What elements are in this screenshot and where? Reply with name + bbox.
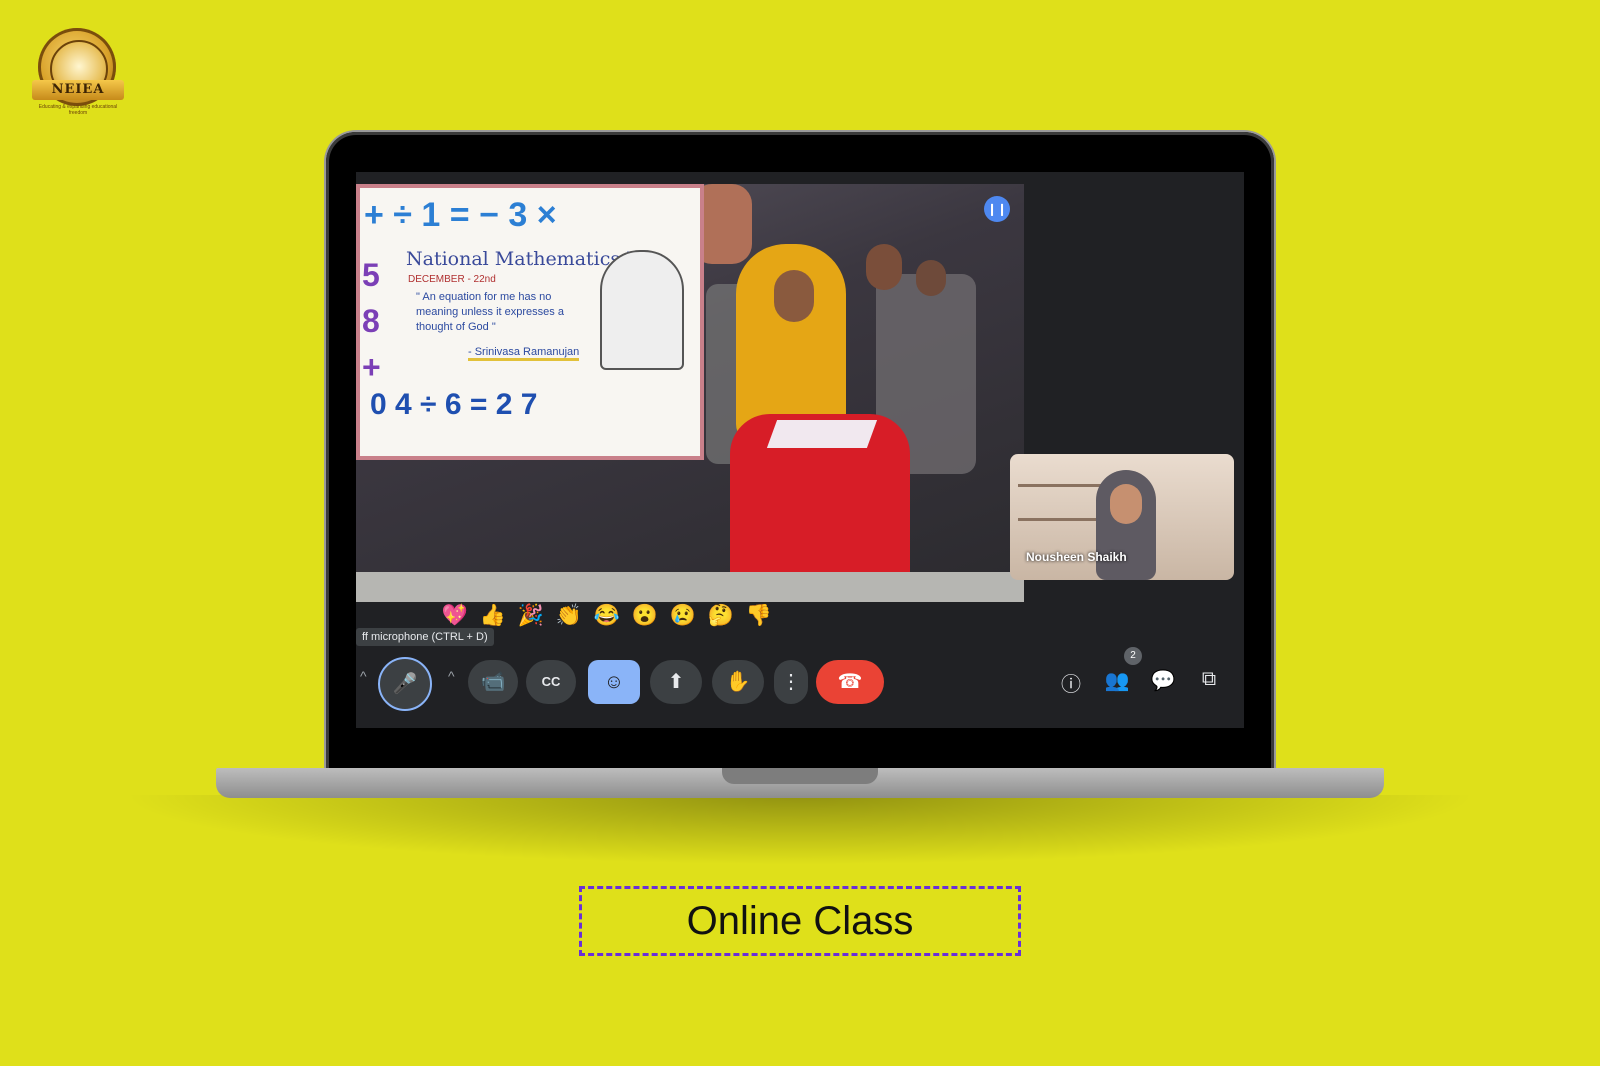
laptop-notch [722, 768, 878, 784]
logo-tagline: Educating & expanding educational freedo… [38, 104, 118, 116]
leave-call-button[interactable]: ☎ [816, 660, 884, 704]
online-class-caption: Online Class [579, 886, 1021, 956]
meeting-controls: ^ 🎤 ^ 📹 CC ☺ ⬆ ✋ ⋮ ☎ ⓘ 👥 2 💬 ⧉ [356, 647, 1244, 712]
self-view-tile[interactable]: Nousheen Shaikh [1010, 454, 1234, 580]
speaking-indicator-icon: ❙❙ [984, 196, 1010, 222]
participant-name: Nousheen Shaikh [1026, 550, 1127, 564]
math-day-poster: + ÷ 1 = − 3 × 5 8 + National Mathematics… [356, 184, 704, 460]
reaction-laugh-icon[interactable]: 😂 [592, 604, 622, 636]
poster-bottom-row: 0 4 ÷ 6 = 2 7 [370, 388, 538, 421]
poster-quote: " An equation for me has no meaning unle… [416, 291, 564, 333]
student [866, 244, 902, 290]
neiea-logo: NEIEA Educating & expanding educational … [30, 26, 126, 116]
more-options-button[interactable]: ⋮ [774, 660, 808, 704]
reaction-thumbs-down-icon[interactable]: 👎 [744, 604, 774, 636]
reaction-party-icon[interactable]: 🎉 [516, 604, 546, 636]
captions-button[interactable]: CC [526, 660, 576, 704]
microphone-button[interactable]: 🎤 [378, 657, 432, 711]
reaction-sad-icon[interactable]: 😢 [668, 604, 698, 636]
floor [356, 572, 1024, 602]
poster-signature: - Srinivasa Ramanujan [468, 346, 580, 361]
poster-left-column: 5 8 + [362, 257, 381, 385]
mic-tooltip: ff microphone (CTRL + D) [356, 628, 494, 646]
reaction-clap-icon[interactable]: 👏 [554, 604, 584, 636]
student-face [774, 270, 814, 322]
camera-button[interactable]: 📹 [468, 660, 518, 704]
participant-count-badge: 2 [1124, 647, 1142, 665]
chat-icon[interactable]: 💬 [1148, 668, 1178, 693]
reaction-thinking-icon[interactable]: 🤔 [706, 604, 736, 636]
poster-date: DECEMBER - 22nd [408, 274, 496, 285]
student [916, 260, 946, 296]
poster-top-row: + ÷ 1 = − 3 × [364, 196, 557, 234]
ramanujan-portrait [600, 250, 684, 370]
raise-hand-button[interactable]: ✋ [712, 660, 764, 704]
meeting-info-icon[interactable]: ⓘ [1056, 668, 1086, 697]
send-reaction-button[interactable]: ☺ [588, 660, 640, 704]
logo-text: NEIEA [32, 80, 124, 100]
mic-options-chevron-icon[interactable]: ^ [360, 668, 367, 684]
participant-face [1110, 484, 1142, 524]
papers [766, 420, 878, 448]
people-icon[interactable]: 👥 [1102, 668, 1132, 693]
meet-screen: + ÷ 1 = − 3 × 5 8 + National Mathematics… [356, 172, 1244, 728]
camera-options-chevron-icon[interactable]: ^ [448, 668, 455, 684]
reaction-surprised-icon[interactable]: 😮 [630, 604, 660, 636]
main-video-feed: + ÷ 1 = − 3 × 5 8 + National Mathematics… [356, 184, 1024, 602]
activities-icon[interactable]: ⧉ [1194, 668, 1224, 691]
laptop-shadow [120, 795, 1480, 865]
present-screen-button[interactable]: ⬆ [650, 660, 702, 704]
